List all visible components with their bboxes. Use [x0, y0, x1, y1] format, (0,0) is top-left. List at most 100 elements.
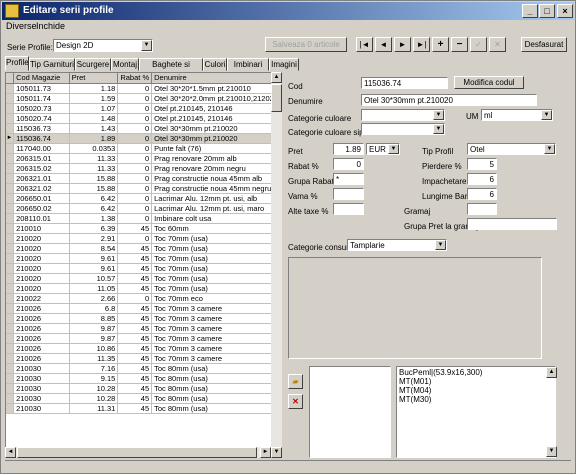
table-row[interactable]: 208110.01 1.38 0 Imbinare colt usa — [6, 213, 281, 224]
row-indicator[interactable] — [6, 83, 15, 94]
cell-denumire[interactable]: Imbinare colt usa — [151, 213, 281, 224]
cell-cod[interactable]: 206321.01 — [13, 173, 70, 184]
table-row[interactable]: 105011.73 1.18 0 Otel 30*20*1.5mm pt.210010 — [6, 83, 281, 94]
cell-denumire[interactable]: Toc 70mm (usa) — [151, 243, 281, 254]
table-row[interactable]: 206321.01 15.88 0 Prag constructie noua 45m… — [6, 173, 281, 184]
table-row[interactable]: 117040.00 0.0353 0 Punte falt (76) — [6, 143, 281, 154]
row-indicator[interactable] — [6, 143, 15, 154]
um-select[interactable]: ml ▼ — [481, 109, 553, 121]
cell-cod[interactable]: 210026 — [13, 343, 70, 354]
row-indicator[interactable] — [6, 253, 15, 264]
cell-cod[interactable]: 210020 — [13, 273, 70, 284]
alte-taxe-field[interactable] — [333, 203, 364, 215]
currency-select[interactable]: EUR ▼ — [366, 143, 400, 155]
cell-pret[interactable]: 7.16 — [69, 363, 119, 374]
row-indicator[interactable] — [6, 363, 15, 374]
cell-denumire[interactable]: Toc 70mm eco — [151, 293, 281, 304]
scroll-down-icon[interactable]: ▼ — [271, 447, 282, 458]
cell-denumire[interactable]: Toc 70mm 3 camere — [151, 343, 281, 354]
cell-denumire[interactable]: Prag renovare 20mm negru — [151, 163, 281, 174]
cell-pret[interactable]: 11.33 — [69, 153, 119, 164]
cell-cod[interactable]: 115036.74 — [13, 133, 70, 144]
cell-rabat[interactable]: 45 — [117, 223, 153, 234]
cell-denumire[interactable]: Otel pt.210145, 210146 — [151, 113, 281, 124]
nav-delete-button[interactable]: − — [451, 37, 468, 52]
serie-profile-select[interactable]: Design 2D ▼ — [53, 39, 153, 52]
cell-pret[interactable]: 6.39 — [69, 223, 119, 234]
cell-cod[interactable]: 210026 — [13, 323, 70, 334]
tab-imagini[interactable]: Imagini — [269, 58, 299, 71]
vama-field[interactable] — [333, 188, 364, 200]
cell-denumire[interactable]: Otel 30*30mm pt.210020 — [151, 123, 281, 134]
cell-pret[interactable]: 9.87 — [69, 323, 119, 334]
cell-cod[interactable]: 210020 — [13, 283, 70, 294]
cod-field[interactable]: 115036.74 — [361, 77, 448, 89]
cell-cod[interactable]: 210030 — [13, 373, 70, 384]
cell-denumire[interactable]: Toc 80mm (usa) — [151, 373, 281, 384]
row-indicator[interactable] — [6, 103, 15, 114]
cell-denumire[interactable]: Toc 70mm (usa) — [151, 233, 281, 244]
nav-post-button[interactable]: ✓ — [470, 37, 487, 52]
tip-profil-select[interactable]: Otel ▼ — [467, 143, 556, 155]
cell-denumire[interactable]: Toc 70mm (usa) — [151, 273, 281, 284]
cell-rabat[interactable]: 45 — [117, 263, 153, 274]
cell-pret[interactable]: 11.05 — [69, 283, 119, 294]
cell-denumire[interactable]: Otel 30*20*1.5mm pt.210010 — [151, 83, 281, 94]
table-row[interactable]: 210030 11.31 45 Toc 80mm (usa) — [6, 403, 281, 414]
row-indicator[interactable] — [6, 373, 15, 384]
row-indicator[interactable] — [6, 313, 15, 324]
cell-cod[interactable]: 210022 — [13, 293, 70, 304]
component-list[interactable] — [309, 366, 391, 458]
nav-prev-button[interactable]: ◄ — [375, 37, 392, 52]
table-row[interactable]: 210026 10.86 45 Toc 70mm 3 camere — [6, 343, 281, 354]
table-row[interactable]: 210030 10.28 45 Toc 80mm (usa) — [6, 393, 281, 404]
cell-denumire[interactable]: Toc 80mm (usa) — [151, 383, 281, 394]
table-row[interactable]: 210026 8.85 45 Toc 70mm 3 camere — [6, 313, 281, 324]
cell-cod[interactable]: 105011.74 — [13, 93, 70, 104]
scroll-thumb[interactable] — [271, 84, 282, 112]
row-indicator[interactable] — [6, 273, 15, 284]
table-row[interactable]: 210022 2.66 0 Toc 70mm eco — [6, 293, 281, 304]
cell-denumire[interactable]: Toc 70mm 3 camere — [151, 303, 281, 314]
cell-cod[interactable]: 210030 — [13, 363, 70, 374]
row-indicator[interactable] — [6, 343, 15, 354]
table-row[interactable]: 210020 9.61 45 Toc 70mm (usa) — [6, 263, 281, 274]
nav-last-button[interactable]: ►| — [413, 37, 430, 52]
cell-rabat[interactable]: 0 — [117, 143, 153, 154]
table-row[interactable]: 210020 10.57 45 Toc 70mm (usa) — [6, 273, 281, 284]
cell-rabat[interactable]: 0 — [117, 233, 153, 244]
column-header-pret[interactable]: Pret — [69, 73, 119, 84]
cell-pret[interactable]: 10.28 — [69, 383, 119, 394]
cell-pret[interactable]: 9.61 — [69, 263, 119, 274]
cell-cod[interactable]: 210020 — [13, 263, 70, 274]
cell-cod[interactable]: 206315.02 — [13, 163, 70, 174]
pierdere-field[interactable]: 5 — [467, 158, 497, 170]
table-row[interactable]: 210026 6.8 45 Toc 70mm 3 camere — [6, 303, 281, 314]
formula-list[interactable]: BucPeml|(53.9x16,300) MT(M01) MT(M04) MT… — [396, 366, 556, 458]
close-window-button[interactable]: × — [557, 4, 573, 18]
cell-cod[interactable]: 210020 — [13, 233, 70, 244]
cell-rabat[interactable]: 0 — [117, 173, 153, 184]
cell-cod[interactable]: 115036.73 — [13, 123, 70, 134]
cell-rabat[interactable]: 45 — [117, 403, 153, 414]
profile-grid[interactable]: Cod Magazie Pret Rabat % Denumire 105011… — [5, 72, 282, 458]
denumire-field[interactable]: Otel 30*30mm pt.210020 — [361, 94, 537, 106]
cell-pret[interactable]: 8.85 — [69, 313, 119, 324]
cell-denumire[interactable]: Otel 30*20*2.0mm pt.210010,212025 — [151, 93, 281, 104]
cell-cod[interactable]: 210030 — [13, 403, 70, 414]
row-indicator[interactable] — [6, 113, 15, 124]
row-indicator[interactable]: ► — [6, 133, 15, 144]
cell-denumire[interactable]: Toc 70mm (usa) — [151, 253, 281, 264]
cell-rabat[interactable]: 0 — [117, 153, 153, 164]
maximize-button[interactable]: □ — [539, 4, 555, 18]
cell-cod[interactable]: 206315.01 — [13, 153, 70, 164]
cell-rabat[interactable]: 45 — [117, 393, 153, 404]
cell-denumire[interactable]: Toc 70mm (usa) — [151, 283, 281, 294]
scroll-up-icon[interactable]: ▲ — [546, 367, 557, 378]
categorie-consum-select[interactable]: Tamplarie ▼ — [347, 239, 447, 251]
cell-cod[interactable]: 210020 — [13, 243, 70, 254]
menu-inchide[interactable]: Inchide — [36, 21, 65, 31]
categorie-culoare-select[interactable]: ▼ — [361, 109, 445, 121]
cell-cod[interactable]: 210026 — [13, 353, 70, 364]
row-indicator[interactable] — [6, 193, 15, 204]
